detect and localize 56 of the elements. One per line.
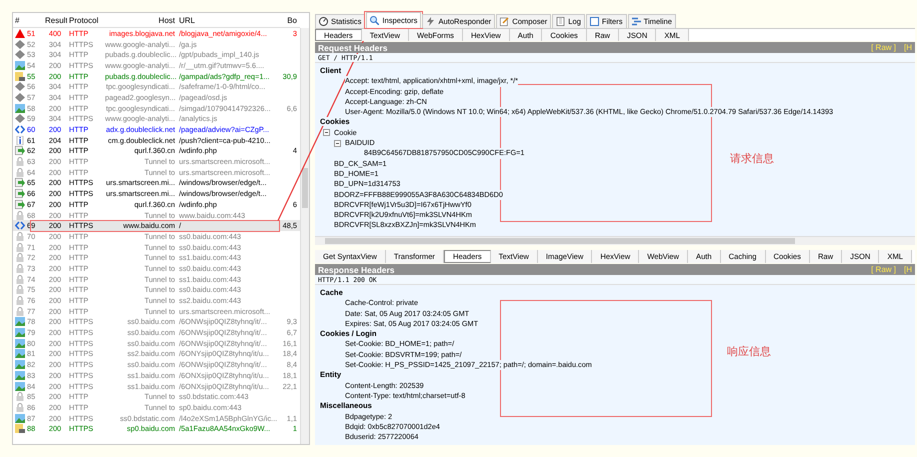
search-icon (370, 16, 380, 25)
warning-icon (15, 28, 25, 38)
lock-icon (15, 168, 25, 177)
headers-title: Request Headers (318, 42, 388, 52)
headers-title: Response Headers (318, 264, 395, 274)
image-icon (15, 60, 25, 70)
scrollbar-thumb[interactable] (302, 168, 308, 208)
timeline-icon (632, 17, 641, 26)
column-header[interactable]: # (13, 16, 43, 24)
lightning-icon (426, 17, 436, 26)
log-icon (556, 17, 566, 26)
arrow-icon (15, 189, 25, 198)
image-icon (15, 328, 25, 338)
lock-icon (15, 274, 25, 284)
image-icon (15, 382, 25, 391)
collapse-icon[interactable] (334, 140, 341, 147)
lock-icon (15, 402, 25, 412)
checkbox-icon (590, 17, 599, 26)
lock-icon (15, 392, 25, 402)
column-header[interactable]: Host (103, 16, 177, 24)
image-icon (15, 414, 25, 423)
arrow-icon (15, 200, 25, 209)
image-icon (15, 317, 25, 326)
lock-icon (15, 306, 25, 316)
code-icon (15, 221, 25, 230)
cached-icon (15, 114, 25, 124)
gauge-icon (319, 17, 328, 26)
script-icon (15, 424, 25, 434)
image-icon (15, 104, 25, 113)
scrollbar[interactable] (300, 28, 309, 444)
lock-icon (15, 210, 25, 220)
collapse-icon[interactable] (323, 129, 330, 136)
pencil-icon (500, 17, 510, 26)
image-icon (15, 360, 25, 370)
lock-icon (15, 264, 25, 273)
lock-icon (15, 253, 25, 262)
column-header[interactable]: URL (177, 16, 277, 24)
image-icon (15, 370, 25, 380)
arrow-icon (15, 178, 25, 188)
arrow-icon (15, 146, 25, 156)
lock-icon (15, 157, 25, 166)
horizontal-scrollbar[interactable] (315, 236, 915, 245)
script-icon (15, 72, 25, 81)
lock-icon (15, 285, 25, 294)
column-header[interactable]: Bo (277, 16, 299, 24)
image-icon (15, 338, 25, 348)
lock-icon (15, 242, 25, 252)
lock-icon (15, 296, 25, 306)
scrollbar-thumb[interactable] (325, 238, 795, 244)
annotation-label: 请求信息 (730, 152, 774, 166)
lock-icon (15, 232, 25, 241)
column-header[interactable]: Protocol (67, 16, 103, 24)
image-icon (15, 349, 25, 358)
info-icon (15, 136, 25, 145)
annotation-label: 响应信息 (727, 344, 771, 359)
code-icon (15, 125, 25, 134)
